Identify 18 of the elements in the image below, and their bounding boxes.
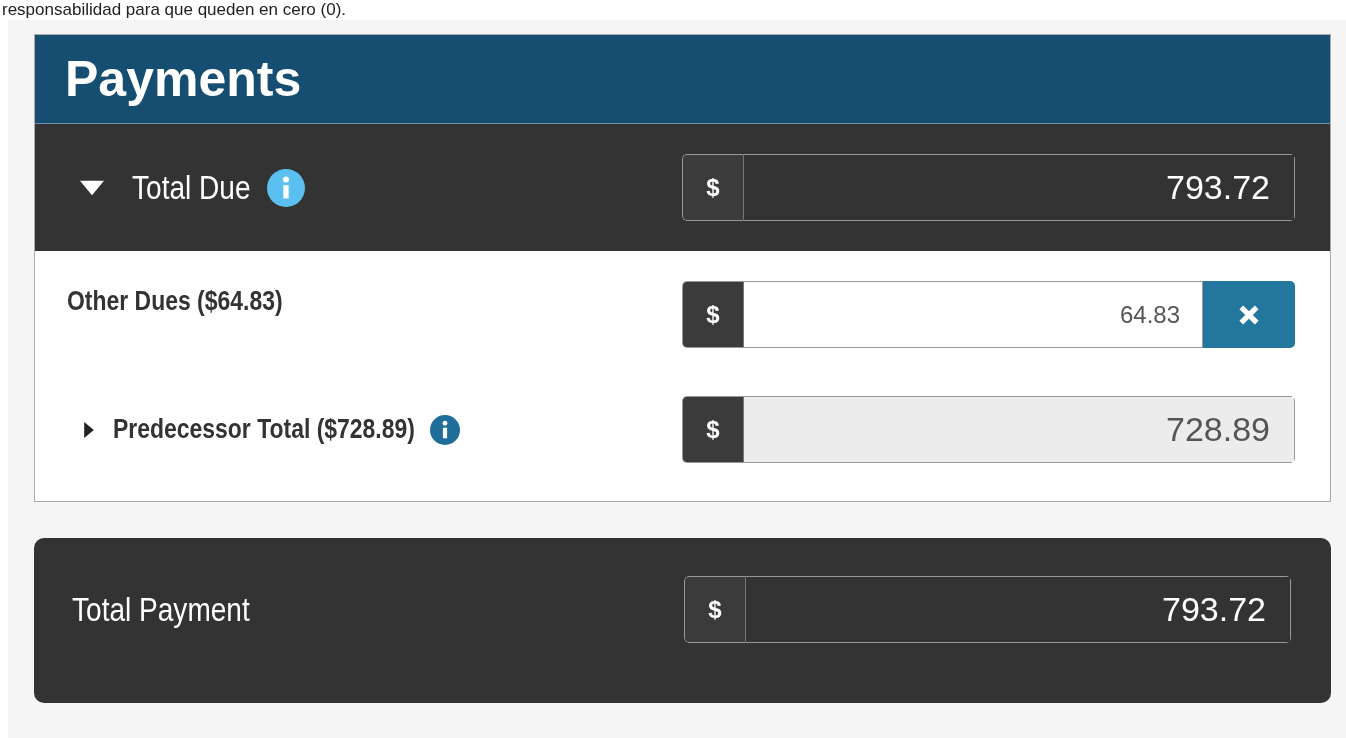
amount-field[interactable]: 793.72 xyxy=(746,576,1291,643)
currency-addon: $ xyxy=(682,281,744,348)
row-label: Other Dues ($64.83) xyxy=(67,285,283,318)
currency-addon: $ xyxy=(684,576,746,643)
currency-addon: $ xyxy=(682,396,744,463)
close-icon xyxy=(1238,303,1260,326)
panel-title: Payments xyxy=(35,35,1330,124)
row-label: Predecessor Total ($728.89) xyxy=(113,413,415,447)
intro-text: responsabilidad para que queden en cero (0). xyxy=(1,0,348,20)
currency-addon: $ xyxy=(682,154,744,221)
clear-button[interactable] xyxy=(1203,281,1295,348)
info-icon[interactable] xyxy=(267,168,306,207)
row-label: Total Due xyxy=(132,167,251,208)
info-icon[interactable] xyxy=(430,414,461,445)
amount-field[interactable]: 64.83 xyxy=(744,281,1203,348)
total-payment-label: Total Payment xyxy=(72,589,250,630)
amount-field[interactable]: 728.89 xyxy=(744,396,1295,463)
amount-field[interactable]: 793.72 xyxy=(744,154,1295,221)
